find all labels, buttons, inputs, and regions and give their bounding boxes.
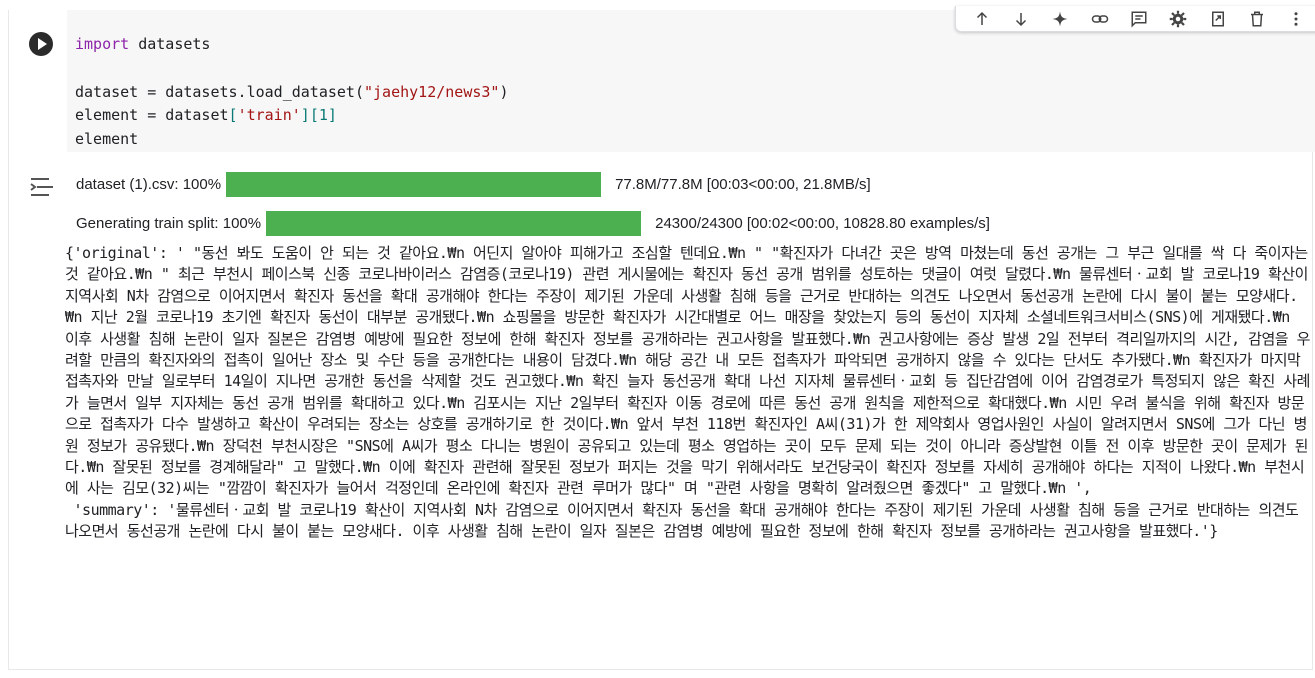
play-icon — [38, 38, 47, 50]
sparkle-icon[interactable] — [1045, 8, 1075, 30]
progress-label: dataset (1).csv: 100% — [76, 176, 222, 193]
gear-icon[interactable] — [1163, 8, 1193, 30]
mirror-cell-icon[interactable] — [1203, 8, 1233, 30]
code-text[interactable]: import datasets dataset = datasets.load_… — [75, 33, 508, 152]
arrow-down-icon[interactable] — [1006, 8, 1036, 30]
cell-output-text: {'original': ' "동선 봐도 도움이 안 되는 것 같아요.₩n … — [65, 244, 1310, 541]
code-line-4: element = dataset['train'][1] — [75, 106, 337, 125]
progress-stats: 24300/24300 [00:02<00:00, 10828.80 examp… — [655, 215, 990, 232]
progress-bar — [266, 211, 642, 236]
trash-icon[interactable] — [1242, 8, 1272, 30]
progress-download: dataset (1).csv: 100% 77.8M/77.8M [00:03… — [76, 172, 871, 197]
comment-icon[interactable] — [1124, 8, 1154, 30]
run-cell-button[interactable] — [29, 32, 53, 56]
code-line-1: import datasets — [75, 35, 211, 53]
link-icon[interactable] — [1085, 8, 1115, 30]
more-vert-icon[interactable] — [1281, 8, 1311, 30]
output-toggle-icon[interactable] — [29, 176, 55, 198]
cell-toolbar — [955, 6, 1315, 32]
progress-bar — [226, 172, 602, 197]
code-line-5: element — [75, 130, 139, 149]
progress-label: Generating train split: 100% — [76, 215, 262, 232]
code-line-3: dataset = datasets.load_dataset("jaehy12… — [75, 82, 509, 101]
arrow-up-icon[interactable] — [967, 8, 997, 30]
progress-generate: Generating train split: 100% 24300/24300… — [76, 211, 990, 236]
progress-stats: 77.8M/77.8M [00:03<00:00, 21.8MB/s] — [615, 176, 871, 193]
